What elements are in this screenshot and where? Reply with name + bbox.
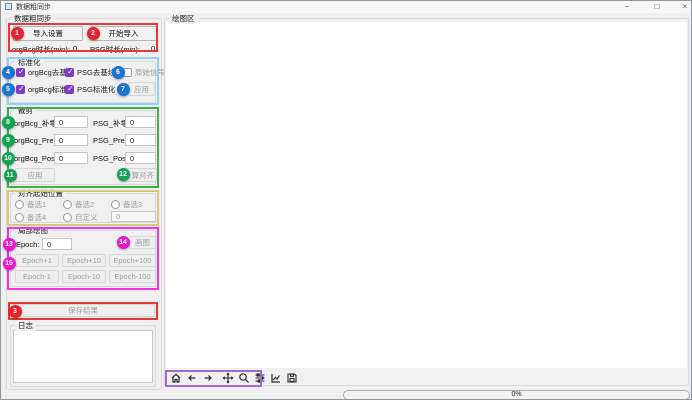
radio-icon — [15, 200, 24, 209]
radio-label: 备选2 — [75, 199, 94, 210]
radio-icon — [63, 213, 72, 222]
radio-option-custom[interactable]: 自定义 — [63, 212, 98, 223]
home-icon[interactable] — [170, 371, 182, 385]
epoch-minus-100-button[interactable]: Epoch-100 — [109, 270, 156, 283]
log-textarea[interactable] — [13, 330, 153, 383]
log-label: 日志 — [15, 320, 36, 331]
orgbcg-duration-value: 0 — [73, 44, 77, 53]
epoch-input[interactable]: 0 — [42, 238, 72, 250]
back-icon[interactable] — [186, 371, 198, 385]
customize-icon[interactable] — [270, 371, 282, 385]
crop-orgbcg-post-label: orgBcg_Post: — [14, 154, 59, 163]
subplots-icon[interactable] — [254, 371, 266, 385]
checkbox-label: PSG去基线 — [77, 67, 115, 78]
normalize-apply-button[interactable]: 应用 — [128, 82, 155, 96]
crop-orgbcg-pre-label: orgBcg_Pre: — [14, 136, 56, 145]
radio-label: 备选3 — [123, 199, 142, 210]
plot-canvas — [166, 22, 687, 368]
radio-option-2[interactable]: 备选2 — [63, 199, 94, 210]
progress-bar: 0% — [343, 390, 690, 400]
crop-orgbcg-pre-input[interactable]: 0 — [54, 134, 88, 146]
crop-psg-pre-label: PSG_Pre: — [93, 136, 127, 145]
psg-duration-value: 0 — [151, 44, 155, 53]
checkbox-raw-signal[interactable]: 原始信号 — [123, 67, 165, 78]
checkbox-checked-icon — [16, 85, 25, 94]
radio-label: 自定义 — [75, 212, 98, 223]
crop-psg-pad-input[interactable]: 0 — [125, 116, 156, 128]
epoch-minus-1-button[interactable]: Epoch-1 — [15, 270, 59, 283]
epoch-minus-10-button[interactable]: Epoch-10 — [62, 270, 106, 283]
checkbox-psg-detrend[interactable]: PSG去基线 — [65, 67, 115, 78]
epoch-label: Epoch: — [16, 240, 39, 249]
plot-area-label: 绘图区 — [169, 13, 198, 24]
start-import-button[interactable]: 开始导入 — [90, 26, 157, 41]
checkbox-checked-icon — [65, 85, 74, 94]
crop-orgbcg-pad-label: orgBcg_补零: — [14, 118, 59, 129]
radio-icon — [63, 200, 72, 209]
plot-toolbar — [170, 371, 298, 385]
calc-align-button[interactable]: 计算对齐 — [121, 168, 157, 182]
crop-orgbcg-post-input[interactable]: 0 — [54, 152, 88, 164]
crop-label: 裁剪 — [15, 105, 36, 116]
minimize-button[interactable]: − — [617, 1, 637, 13]
epoch-plus-10-button[interactable]: Epoch+10 — [62, 254, 106, 267]
checkbox-psg-norm[interactable]: PSG标准化 — [65, 84, 115, 95]
forward-icon[interactable] — [202, 371, 214, 385]
epoch-plus-100-button[interactable]: Epoch+100 — [109, 254, 156, 267]
epoch-plus-1-button[interactable]: Epoch+1 — [15, 254, 59, 267]
crop-psg-post-input[interactable]: 0 — [125, 152, 156, 164]
maximize-button[interactable]: □ — [647, 1, 667, 13]
checkbox-checked-icon — [16, 68, 25, 77]
radio-icon — [111, 200, 120, 209]
pan-icon[interactable] — [222, 371, 234, 385]
radio-icon — [15, 213, 24, 222]
psg-duration-label: PSG时长(min): — [90, 44, 140, 55]
checkbox-unchecked-icon — [123, 68, 132, 77]
local-plot-label: 局部绘图 — [15, 225, 51, 236]
title-bar: 数据粗同步 − □ × — [1, 1, 691, 13]
window-title: 数据粗同步 — [16, 2, 51, 12]
app-icon — [5, 3, 12, 10]
app-window: 数据粗同步 − □ × 数据粗同步 导入设置 开始导入 orgBcg时长(min… — [0, 0, 692, 400]
crop-psg-pre-input[interactable]: 0 — [125, 134, 156, 146]
radio-option-3[interactable]: 备选3 — [111, 199, 142, 210]
radio-label: 备选1 — [27, 199, 46, 210]
checkbox-label: PSG标准化 — [77, 84, 115, 95]
close-button[interactable]: × — [675, 1, 692, 13]
custom-start-input[interactable]: 0 — [111, 211, 156, 222]
import-settings-button[interactable]: 导入设置 — [13, 26, 83, 41]
draw-button[interactable]: 画图 — [129, 236, 156, 249]
left-panel-label: 数据粗同步 — [11, 13, 55, 24]
checkbox-label: 原始信号 — [135, 67, 165, 78]
save-result-button[interactable]: 保存结果 — [11, 304, 155, 317]
orgbcg-duration-label: orgBcg时长(min): — [12, 44, 70, 55]
radio-option-4[interactable]: 备选4 — [15, 212, 46, 223]
normalize-label: 标准化 — [15, 57, 44, 68]
crop-apply-button[interactable]: 应用 — [15, 168, 55, 182]
align-start-label: 对齐起始位置 — [15, 188, 66, 199]
zoom-icon[interactable] — [238, 371, 250, 385]
crop-orgbcg-pad-input[interactable]: 0 — [54, 116, 88, 128]
radio-option-1[interactable]: 备选1 — [15, 199, 46, 210]
radio-label: 备选4 — [27, 212, 46, 223]
checkbox-checked-icon — [65, 68, 74, 77]
save-icon[interactable] — [286, 371, 298, 385]
